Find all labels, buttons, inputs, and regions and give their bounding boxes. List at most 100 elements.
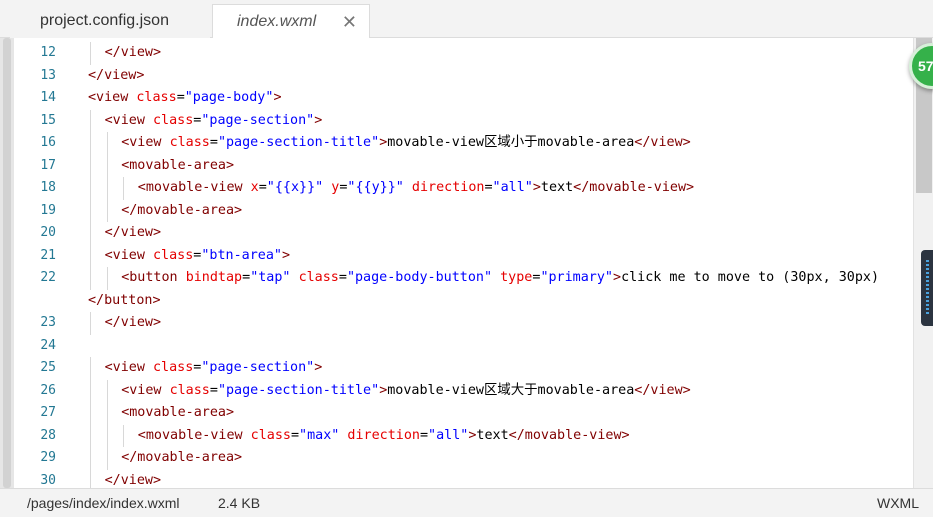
code-token: </view> [104,225,162,240]
indent-guide [90,402,91,425]
code-token: = [209,135,218,150]
code-line: <view class="btn-area"> [105,245,290,267]
code-token: = [258,180,267,195]
indent-guide [106,199,108,222]
code-token: = [484,180,493,195]
code-line: <movable-area> [121,402,234,424]
indent-guide [90,177,91,200]
code-token: <view [88,90,137,105]
code-line: <view class="page-section-title">movable… [121,380,691,402]
code-token: </movable-area> [121,450,243,465]
tab-index-wxml[interactable]: index.wxml ✕ [212,4,370,39]
code-line: </view> [105,312,161,334]
line-number: 21 [40,247,56,263]
code-token: text [540,180,574,195]
code-token: <movable-view [137,427,251,443]
code-token: "page-body-button" [346,270,493,285]
indent-guide [106,267,108,290]
code-token: <movable-area> [121,157,235,173]
code-token: "{{y}}" [347,180,404,195]
line-number-gutter: 12 13 14 15 16 17 18 19 20 21 22 23 24 25 26 27 28 29 30 [14,38,62,488]
line-number: 20 [40,225,56,240]
code-token: > [273,90,282,105]
code-token: > [314,112,323,128]
indent-guide [123,177,125,200]
code-token: class [152,360,194,375]
code-line: </view> [105,470,161,489]
indent-guide [90,312,91,335]
code-token: = [209,382,218,398]
code-token: class [250,427,291,443]
code-token: <view [104,360,153,375]
code-token: = [176,90,185,105]
code-token: "all" [492,180,533,195]
code-token: class [169,135,210,150]
code-line: <view class="page-section"> [105,110,323,132]
indent-guide [123,424,125,447]
line-number: 15 [40,112,56,128]
line-number: 16 [40,135,56,150]
indent-guide [90,379,91,402]
code-token: <movable-view [137,180,251,195]
tab-project-config[interactable]: project.config.json [10,4,210,38]
indent-guide [106,379,108,402]
tab-label: index.wxml [237,13,317,30]
code-token: <movable-area> [121,405,235,420]
code-token: </movable-view> [573,180,695,195]
code-line: </button> [88,290,161,312]
close-icon[interactable]: ✕ [342,12,357,33]
status-bar: /pages/index/index.wxml 2.4 KB WXML [0,488,933,517]
indent-guide [90,154,91,177]
code-token: </view> [634,135,691,150]
indent-guide [90,244,91,267]
indent-guide [90,357,91,380]
code-token: class [298,270,339,285]
code-token: "all" [428,427,469,443]
side-meter-widget[interactable] [921,250,933,326]
code-line: <view class="page-section"> [105,357,323,379]
code-token: </view> [104,45,162,60]
indent-guide [90,424,91,447]
code-token: movable-view区域小于movable-area [387,135,635,150]
code-token: <view [121,135,170,150]
indent-guide [90,447,91,470]
indent-guide [90,222,91,245]
status-file-path: /pages/index/index.wxml [27,495,180,511]
code-token: class [152,247,194,263]
meter-bars-icon [926,260,929,316]
status-file-size: 2.4 KB [218,495,261,511]
code-line: <view class="page-section-title">movable… [121,132,691,154]
code-editor[interactable]: 12 13 14 15 16 17 18 19 20 21 22 23 24 25 26 27 28 29 30 <… [0,38,933,488]
line-number: 29 [40,450,56,465]
code-token: = [338,270,347,285]
tab-bar: project.config.json index.wxml ✕ [0,0,933,39]
line-number: 14 [40,90,56,105]
indent-guide [106,447,108,470]
indent-guide [90,267,91,290]
code-token: </view> [104,315,162,330]
indent-guide [106,132,108,155]
indent-guide [90,469,91,488]
code-token: "page-section" [201,112,315,128]
code-line: </movable-area> [121,447,242,469]
line-number: 24 [40,337,56,353]
code-token: "page-section-title" [217,135,380,150]
code-token: = [242,270,251,285]
line-number: 25 [40,360,56,375]
status-language[interactable]: WXML [877,495,919,511]
code-token: <view [104,112,153,128]
code-token: "page-section-title" [217,382,380,398]
line-number: 12 [40,45,56,60]
code-token: > [281,247,291,263]
indent-guide [90,199,91,222]
code-token: "page-body" [184,90,274,105]
code-token: "{{x}}" [266,180,324,195]
code-token: movable-view区域大于movable-area [387,382,635,398]
code-token: class [169,382,210,398]
left-scroll-knob[interactable] [3,38,11,488]
code-token: "tap" [250,270,291,285]
code-token: > [314,360,323,375]
code-token: </view> [634,382,691,398]
